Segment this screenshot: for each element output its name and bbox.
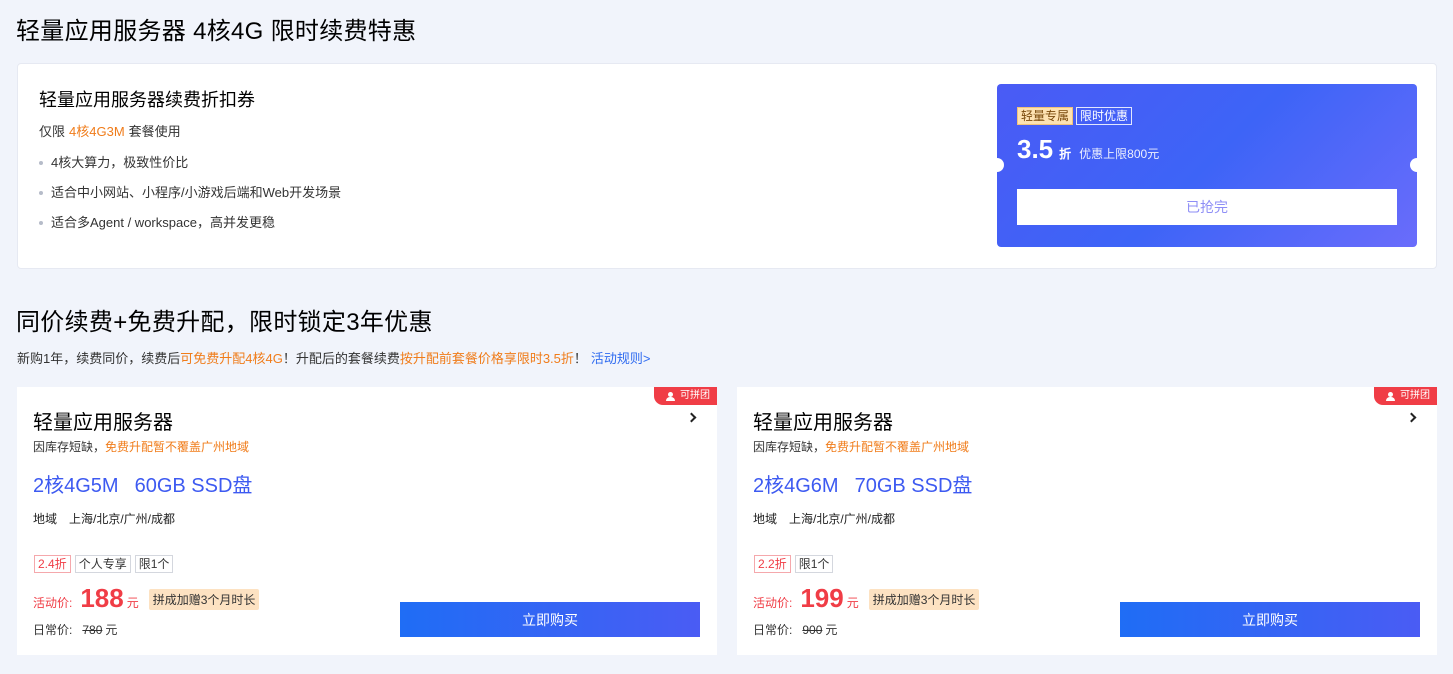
stock-prefix: 因库存短缺， — [753, 440, 826, 454]
section-description: 新购1年，续费同价，续费后可免费升配4核4G！升配后的套餐续费按升配前套餐价格享… — [17, 348, 651, 367]
tag-exclusive: 轻量专属 — [1017, 107, 1074, 125]
price-unit: 元 — [126, 596, 139, 610]
region-value: 上海/北京/广州/成都 — [69, 512, 176, 526]
discount-value: 3.5 — [1017, 134, 1054, 164]
desc-text: ！升配后的套餐续费 — [282, 351, 400, 366]
orig-unit: 元 — [825, 623, 838, 637]
region-info: 地域 上海/北京/广州/成都 — [753, 510, 895, 527]
group-buy-badge: 可拼团 — [1374, 387, 1437, 405]
activity-price: 活动价: 199 元 拼成加赠3个月时长 — [753, 583, 980, 614]
price-unit: 元 — [846, 596, 859, 610]
product-spec: 2核4G5M 60GB SSD盘 — [33, 469, 252, 498]
coupon-feature: 适合多Agent / workspace，高并发更稳 — [39, 212, 341, 242]
product-name: 轻量应用服务器 — [33, 412, 173, 434]
product-card: 可拼团 轻量应用服务器 因库存短缺，免费升配暂不覆盖广州地域 2核4G6M 70G… — [737, 387, 1437, 655]
stock-highlight: 免费升配暂不覆盖广州地域 — [825, 440, 970, 454]
discount-cap: 优惠上限800元 — [1079, 147, 1160, 161]
personal-tag: 个人专享 — [74, 555, 131, 573]
orig-label: 日常价: — [33, 623, 73, 637]
product-name: 轻量应用服务器 — [753, 412, 893, 434]
stock-highlight: 免费升配暂不覆盖广州地域 — [105, 440, 250, 454]
product-spec: 2核4G6M 70GB SSD盘 — [753, 469, 972, 498]
limit-tag: 限1个 — [794, 555, 834, 573]
desc-text: ！ — [573, 351, 587, 366]
buy-now-button[interactable]: 立即购买 — [400, 602, 700, 637]
spec-disk: 60GB SSD盘 — [134, 475, 253, 497]
bonus-badge: 拼成加赠3个月时长 — [868, 589, 980, 610]
discount-tag: 2.4折 — [34, 555, 71, 573]
coupon-feature: 适合中小网站、小程序/小游戏后端和Web开发场景 — [39, 182, 341, 212]
coupon-card: 轻量应用服务器续费折扣券 仅限 4核4G3M 套餐使用 4核大算力，极致性价比 适合… — [17, 63, 1437, 269]
product-card: 可拼团 轻量应用服务器 因库存短缺，免费升配暂不覆盖广州地域 2核4G5M 60G… — [17, 387, 717, 655]
orig-label: 日常价: — [753, 623, 793, 637]
region-label: 地域 — [753, 512, 778, 526]
orig-value: 780 — [82, 623, 103, 637]
coupon-feature: 4核大算力，极致性价比 — [39, 152, 341, 182]
ticket-tags: 轻量专属 限时优惠 — [1017, 107, 1133, 125]
ticket-discount: 3.5 折 优惠上限800元 — [1017, 134, 1159, 165]
badge-label: 可拼团 — [1400, 390, 1430, 401]
price-label: 活动价: — [33, 596, 73, 610]
group-icon — [666, 391, 676, 401]
ticket-notch-right — [1410, 158, 1417, 172]
region-value: 上海/北京/广州/成都 — [789, 512, 896, 526]
group-buy-badge: 可拼团 — [654, 387, 717, 405]
stock-prefix: 因库存短缺， — [33, 440, 106, 454]
spec-cpu: 2核4G6M — [753, 475, 839, 497]
orig-value: 900 — [802, 623, 823, 637]
badge-label: 可拼团 — [680, 390, 710, 401]
stock-note: 因库存短缺，免费升配暂不覆盖广州地域 — [33, 438, 249, 455]
chevron-right-icon[interactable] — [1406, 412, 1417, 423]
tag-limited: 限时优惠 — [1076, 107, 1133, 125]
page-title: 轻量应用服务器 4核4G 限时续费特惠 — [16, 18, 417, 45]
desc-text: 新购1年，续费同价，续费后 — [17, 351, 181, 366]
limit-tag: 限1个 — [134, 555, 174, 573]
buy-now-button[interactable]: 立即购买 — [1120, 602, 1420, 637]
desc-highlight: 可免费升配4核4G — [180, 351, 283, 366]
sold-out-button[interactable]: 已抢完 — [1017, 189, 1397, 225]
coupon-title: 轻量应用服务器续费折扣券 — [39, 90, 255, 110]
stock-note: 因库存短缺，免费升配暂不覆盖广州地域 — [753, 438, 969, 455]
price-value: 188 — [80, 583, 124, 613]
product-tags: 2.2折 限1个 — [754, 555, 834, 573]
discount-ticket: 轻量专属 限时优惠 3.5 折 优惠上限800元 已抢完 — [997, 84, 1417, 247]
section-title: 同价续费+免费升配，限时锁定3年优惠 — [16, 309, 433, 336]
coupon-sub-prefix: 仅限 — [39, 124, 66, 139]
region-label: 地域 — [33, 512, 58, 526]
orig-unit: 元 — [105, 623, 118, 637]
price-label: 活动价: — [753, 596, 793, 610]
activity-price: 活动价: 188 元 拼成加赠3个月时长 — [33, 583, 260, 614]
bonus-badge: 拼成加赠3个月时长 — [148, 589, 260, 610]
product-tags: 2.4折 个人专享 限1个 — [34, 555, 174, 573]
spec-disk: 70GB SSD盘 — [854, 475, 973, 497]
activity-rules-link[interactable]: 活动规则> — [591, 351, 651, 366]
coupon-subtitle: 仅限 4核4G3M 套餐使用 — [39, 121, 181, 140]
group-icon — [1386, 391, 1396, 401]
chevron-right-icon[interactable] — [686, 412, 697, 423]
desc-highlight: 按升配前套餐价格享限时3.5折 — [399, 351, 574, 366]
discount-unit: 折 — [1059, 147, 1072, 161]
original-price: 日常价: 780 元 — [33, 621, 117, 638]
coupon-sub-suffix: 套餐使用 — [128, 124, 181, 139]
coupon-sub-highlight: 4核4G3M — [69, 124, 125, 139]
spec-cpu: 2核4G5M — [33, 475, 119, 497]
discount-tag: 2.2折 — [754, 555, 791, 573]
region-info: 地域 上海/北京/广州/成都 — [33, 510, 175, 527]
ticket-notch-left — [997, 158, 1004, 172]
original-price: 日常价: 900 元 — [753, 621, 837, 638]
coupon-feature-list: 4核大算力，极致性价比 适合中小网站、小程序/小游戏后端和Web开发场景 适合多… — [39, 152, 341, 242]
price-value: 199 — [800, 583, 844, 613]
